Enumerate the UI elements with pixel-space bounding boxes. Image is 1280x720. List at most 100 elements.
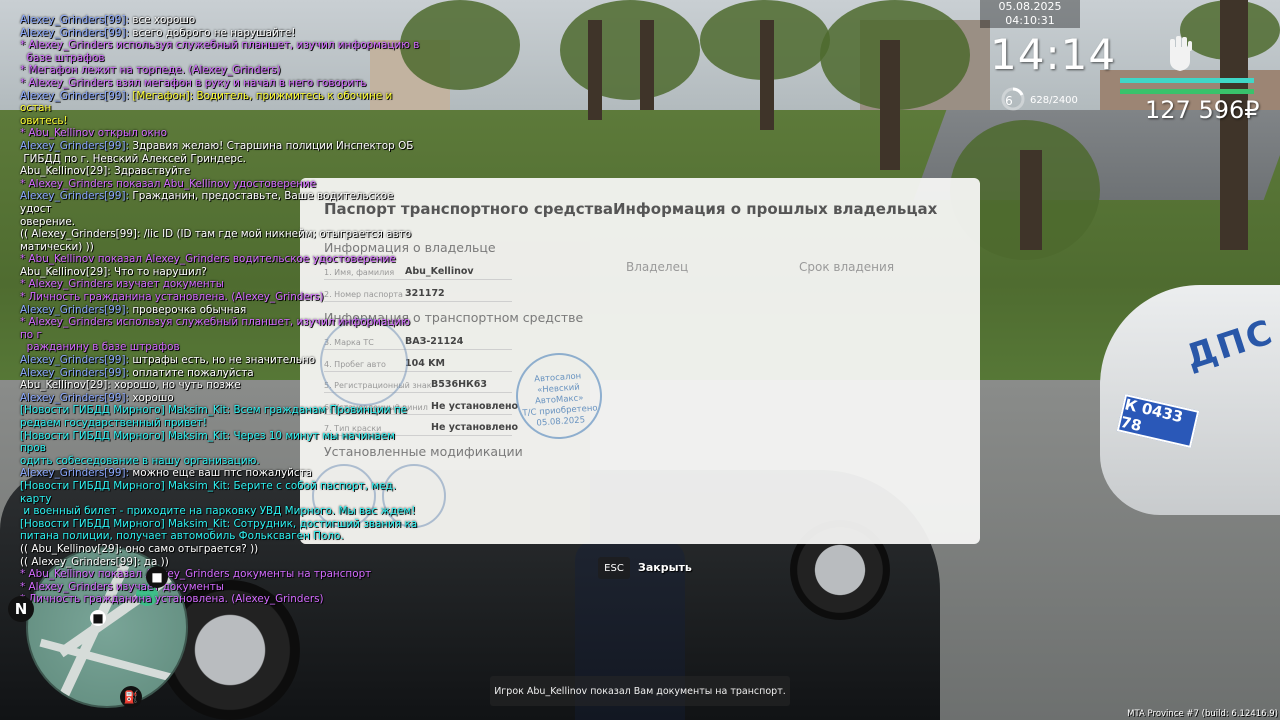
previous-owners-title: Информация о прошлых владельцах bbox=[613, 200, 938, 218]
tree-trunk bbox=[760, 20, 774, 130]
term-column-header: Срок владения bbox=[799, 260, 895, 274]
player-level: 6 bbox=[1005, 94, 1013, 108]
chat-line: [Новости ГИБДД Мирного] Maksim_Kit: Сотр… bbox=[20, 518, 420, 531]
chat-text: (( Alexey_Grinders[99]: /lic ID (ID там … bbox=[20, 228, 412, 241]
player-marker-icon: ■ bbox=[90, 610, 106, 626]
chat-line: (( Alexey_Grinders[99]: да )) bbox=[20, 556, 420, 569]
chat-text: и военный билет - приходите на парковку … bbox=[20, 505, 416, 518]
chat-text: * Abu_Kellinov показал Alexey_Grinders в… bbox=[20, 253, 396, 266]
owner-column-header: Владелец bbox=[626, 260, 689, 274]
chat-text: * Alexey_Grinders используя служебный пл… bbox=[20, 316, 414, 341]
chat-line: (( Alexey_Grinders[99]: /lic ID (ID там … bbox=[20, 228, 420, 241]
chat-text: редаем государственный привет! bbox=[20, 417, 207, 429]
chat-text: проверочка обычная bbox=[129, 303, 247, 316]
compass-north-icon: N bbox=[8, 596, 34, 622]
tree-trunk bbox=[880, 40, 900, 170]
chat-text: оплатите пожалуйста bbox=[129, 366, 254, 379]
paint-value: Не установлено bbox=[431, 422, 519, 433]
notification-toast: Игрок Abu_Kellinov показал Вам документы… bbox=[490, 676, 790, 706]
chat-line: * Alexey_Grinders используя служебный пл… bbox=[20, 39, 420, 52]
chat-sender: Alexey_Grinders[99]: bbox=[20, 366, 130, 379]
fist-icon bbox=[1170, 36, 1192, 71]
chat-line: [Новости ГИБДД Мирного] Maksim_Kit: Чере… bbox=[20, 430, 420, 455]
chat-sender: Alexey_Grinders[99]: bbox=[20, 190, 130, 203]
chat-line: * Alexey_Grinders показал Abu_Kellinov у… bbox=[20, 178, 420, 191]
chat-text: [Новости ГИБДД Мирного] Maksim_Kit: Всем… bbox=[20, 404, 408, 417]
chat-line: Alexey_Grinders[99]: проверочка обычная bbox=[20, 304, 420, 317]
chat-line: Alexey_Grinders[99]: всего доброго не на… bbox=[20, 27, 420, 40]
chat-text: * Личность гражданина установлена. (Alex… bbox=[20, 593, 324, 606]
chat-line: * Личность гражданина установлена. (Alex… bbox=[20, 593, 420, 606]
vinyl-value: Не установлено bbox=[431, 401, 519, 412]
chat-line: * Мегафон лежит на торпеде. (Alexey_Grin… bbox=[20, 64, 420, 77]
chat-line: Alexey_Grinders[99]: штрафы есть, но не … bbox=[20, 354, 420, 367]
chat-line: одить собеседование в нашу организацию. bbox=[20, 455, 420, 468]
chat-line: Alexey_Grinders[99]: Здравия желаю! Стар… bbox=[20, 140, 420, 153]
experience-counter: 628/2400 bbox=[1030, 95, 1078, 106]
chat-line: овитесь! bbox=[20, 115, 420, 128]
chat-text: оверение. bbox=[20, 215, 76, 228]
chat-line: Alexey_Grinders[99]: хорошо bbox=[20, 392, 420, 405]
chat-line: * Abu_Kellinov открыл окно bbox=[20, 127, 420, 140]
chat-sender: Alexey_Grinders[99]: bbox=[20, 26, 130, 39]
fuel-station-icon: ⛽ bbox=[120, 686, 142, 708]
chat-text: [Новости ГИБДД Мирного] Maksim_Kit: Бери… bbox=[20, 479, 400, 505]
chat-text: базе штрафов bbox=[20, 51, 105, 64]
chat-text: * Мегафон лежит на торпеде. (Alexey_Grin… bbox=[20, 64, 281, 77]
game-clock: 14:14 bbox=[990, 30, 1117, 79]
chat-text: (( Abu_Kellinov[29]: оно само отыграется… bbox=[20, 542, 259, 555]
chat-sender: Alexey_Grinders[99]: bbox=[20, 14, 130, 26]
chat-line: * Alexey_Grinders изучает документы bbox=[20, 278, 420, 291]
chat-text: хорошо bbox=[129, 391, 174, 404]
chat-line: питана полиции, получает автомобиль Фоль… bbox=[20, 530, 420, 543]
chat-text: овитесь! bbox=[20, 114, 68, 127]
chat-line: * Abu_Kellinov показал Alexey_Grinders д… bbox=[20, 568, 420, 581]
minimap-road bbox=[39, 638, 186, 686]
chat-text: всего доброго не нарушайте! bbox=[129, 26, 296, 39]
chat-sender: Alexey_Grinders[99]: bbox=[20, 89, 130, 102]
chat-line: (( Abu_Kellinov[29]: оно само отыграется… bbox=[20, 543, 420, 556]
chat-line: Abu_Kellinov[29]: хорошо, но чуть позже bbox=[20, 379, 420, 392]
chat-text: * Alexey_Grinders используя служебный пл… bbox=[20, 39, 420, 52]
armor-bar bbox=[1120, 89, 1254, 94]
server-datetime: 05.08.2025 04:10:31 bbox=[980, 0, 1080, 28]
chat-text: Abu_Kellinov[29]: Здравствуйте bbox=[20, 165, 191, 178]
tree-trunk bbox=[1220, 0, 1248, 250]
chat-text: * Alexey_Grinders изучает документы bbox=[20, 580, 224, 593]
chat-line: редаем государственный привет! bbox=[20, 417, 420, 430]
chat-sender: Alexey_Grinders[99]: bbox=[20, 139, 130, 152]
chat-line: базе штрафов bbox=[20, 52, 420, 65]
chat-text: питана полиции, получает автомобиль Фоль… bbox=[20, 530, 344, 543]
chat-line: * Abu_Kellinov показал Alexey_Grinders в… bbox=[20, 253, 420, 266]
chat-text: * Alexey_Grinders взял мегафон в руку и … bbox=[20, 76, 367, 89]
tree-canopy bbox=[560, 0, 700, 100]
chat-text: Abu_Kellinov[29]: Что то нарушил? bbox=[20, 265, 207, 278]
chat-line: [Новости ГИБДД Мирного] Maksim_Kit: Бери… bbox=[20, 480, 420, 505]
chat-line: * Alexey_Grinders взял мегафон в руку и … bbox=[20, 77, 420, 90]
chat-line: * Личность гражданина установлена. (Alex… bbox=[20, 291, 420, 304]
chat-line: [Новости ГИБДД Мирного] Maksim_Kit: Всем… bbox=[20, 404, 420, 417]
chat-text: * Личность гражданина установлена. (Alex… bbox=[20, 291, 324, 304]
chat-text: * Alexey_Grinders показал Abu_Kellinov у… bbox=[20, 177, 317, 190]
chat-line: Alexey_Grinders[99]: оплатите пожалуйста bbox=[20, 367, 420, 380]
close-button[interactable]: Закрыть bbox=[638, 561, 692, 574]
chat-line: * Alexey_Grinders изучает документы bbox=[20, 581, 420, 594]
chat-line: Alexey_Grinders[99]: Гражданин, предоста… bbox=[20, 190, 420, 215]
plate-value: В536НК63 bbox=[431, 379, 488, 390]
chat-text: одить собеседование в нашу организацию. bbox=[20, 454, 260, 467]
chat-text: [Новости ГИБДД Мирного] Maksim_Kit: Чере… bbox=[20, 429, 399, 455]
chat-line: Alexey_Grinders[99]: [Мегафон]: Водитель… bbox=[20, 90, 420, 115]
chat-sender: Alexey_Grinders[99]: bbox=[20, 467, 130, 480]
esc-key-hint[interactable]: ESC bbox=[598, 557, 630, 579]
chat-sender: Alexey_Grinders[99]: bbox=[20, 354, 130, 367]
chat-text: * Abu_Kellinov открыл окно bbox=[20, 127, 167, 140]
chat-line: ГИБДД по г. Невский Алексей Гриндерс. bbox=[20, 153, 420, 166]
chat-sender: Alexey_Grinders[99]: bbox=[20, 303, 130, 316]
chat-line: Abu_Kellinov[29]: Здравствуйте bbox=[20, 165, 420, 178]
chat-text: [Новости ГИБДД Мирного] Maksim_Kit: Сотр… bbox=[20, 517, 418, 530]
chat-text: Здравия желаю! Старшина полиции Инспекто… bbox=[129, 139, 414, 152]
chat-text: (( Alexey_Grinders[99]: да )) bbox=[20, 555, 169, 568]
chat-line: оверение. bbox=[20, 216, 420, 229]
chat-line: и военный билет - приходите на парковку … bbox=[20, 505, 420, 518]
build-info: MTA Province #7 (build: 6.12416.9) bbox=[1127, 709, 1278, 719]
